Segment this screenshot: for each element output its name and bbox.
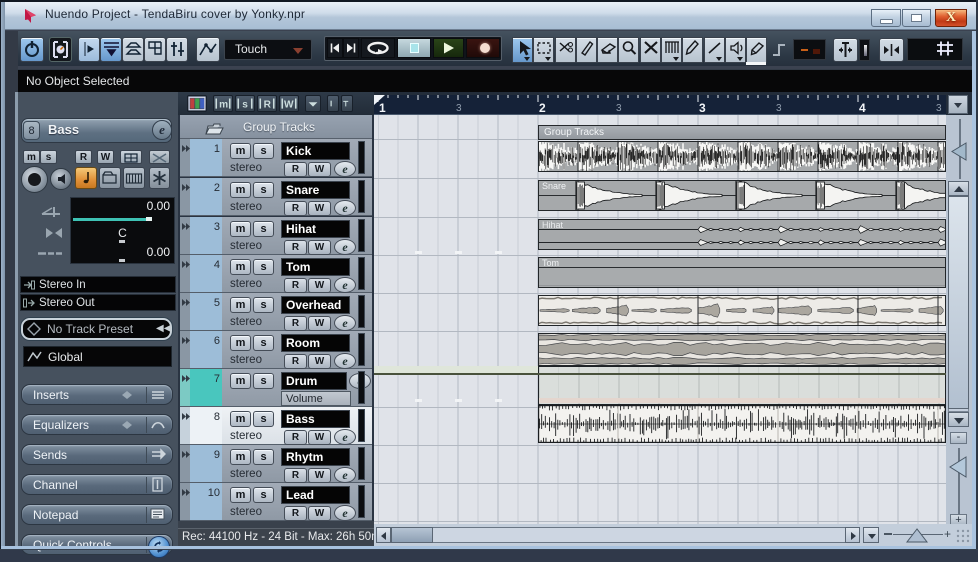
svg-text:Snare: Snare xyxy=(542,181,566,191)
svg-text:Tom: Tom xyxy=(542,258,559,268)
svg-text:Hihat: Hihat xyxy=(542,220,564,230)
svg-text:s: s xyxy=(242,99,248,110)
svg-text:W: W xyxy=(284,99,294,110)
svg-text:R: R xyxy=(264,99,272,110)
svg-text:m: m xyxy=(219,99,228,110)
